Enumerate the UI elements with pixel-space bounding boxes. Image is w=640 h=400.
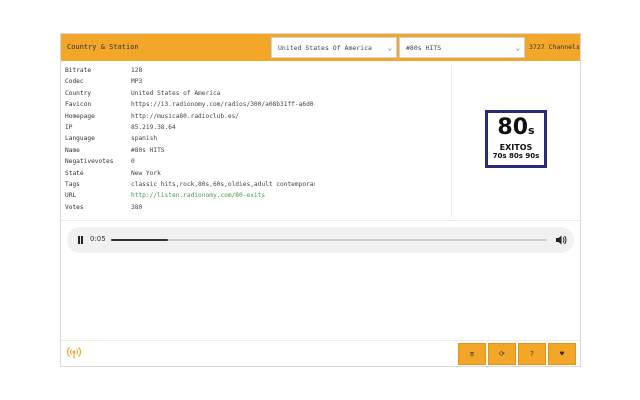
info-row: Negativevotes 0 (65, 156, 445, 167)
info-key: Name (65, 146, 80, 154)
progress-fill (111, 239, 168, 241)
info-row: State New York (65, 168, 445, 179)
refresh-icon: ⟳ (499, 350, 505, 358)
info-value: MP3 (131, 78, 143, 86)
info-key: Favicon (65, 101, 92, 109)
info-value: classic hits,rock,80s,60s,oldies,adult c… (131, 180, 315, 188)
info-row: Votes 380 (65, 202, 445, 213)
country-select[interactable]: United States Of America ⌄ (271, 37, 397, 58)
info-key: State (65, 169, 84, 177)
divider (451, 65, 452, 217)
info-key: Codec (65, 78, 84, 86)
info-value: http://musica80.radioclub.es/ (131, 112, 240, 120)
info-key: Language (65, 135, 95, 143)
list-icon: ≡ (469, 350, 475, 358)
info-row: Homepage http://musica80.radioclub.es/ (65, 111, 445, 122)
list-button[interactable]: ≡ (458, 343, 486, 365)
info-row: Bitrate 128 (65, 65, 445, 76)
info-value: 85.219.38.64 (131, 123, 176, 131)
info-key: Negativevotes (65, 158, 114, 166)
divider (61, 340, 580, 341)
station-logo: 80s EXITOS 70s 80s 90s (485, 110, 547, 168)
volume-icon[interactable] (555, 234, 567, 246)
info-value: #80s HITS (131, 146, 165, 154)
info-key: IP (65, 123, 73, 131)
info-row: Codec MP3 (65, 76, 445, 87)
info-row: Tags classic hits,rock,80s,60s,oldies,adu… (65, 179, 445, 190)
chevron-down-icon: ⌄ (515, 44, 520, 52)
heart-icon: ♥ (559, 350, 565, 358)
country-select-value: United States Of America (278, 44, 372, 52)
info-row: Favicon https://i3.radionomy.com/radios/3… (65, 99, 445, 110)
chevron-down-icon: ⌄ (387, 44, 392, 52)
refresh-button[interactable]: ⟳ (488, 343, 516, 365)
info-value: New York (131, 169, 161, 177)
help-icon: ? (529, 350, 535, 358)
broadcast-icon[interactable] (67, 346, 81, 360)
info-key: Homepage (65, 112, 95, 120)
info-row: Name #80s HITS (65, 145, 445, 156)
header-bar: Country & Station United States Of Ameri… (61, 34, 580, 61)
station-info-table: Bitrate 128 Codec MP3 Country United States o… (65, 65, 445, 213)
info-key: Tags (65, 180, 80, 188)
progress-slider[interactable] (111, 239, 547, 241)
help-button[interactable]: ? (518, 343, 546, 365)
station-select[interactable]: #80s HITS ⌄ (399, 37, 525, 58)
app-window: Country & Station United States Of Ameri… (60, 33, 581, 367)
favorite-button[interactable]: ♥ (548, 343, 576, 365)
info-value: https://i3.radionomy.com/radios/300/a08b… (131, 101, 315, 109)
info-key: Country (65, 89, 92, 97)
divider (61, 220, 580, 221)
info-value: 380 (131, 203, 143, 211)
info-key: Bitrate (65, 67, 92, 74)
info-value: 128 (131, 67, 143, 74)
info-key: URL (65, 192, 77, 200)
info-value: spanish (131, 135, 158, 143)
info-key: Votes (65, 203, 84, 211)
info-value[interactable]: http://listen.radionomy.com/80-exits (131, 190, 265, 201)
logo-low-text: 70s 80s 90s (492, 152, 540, 160)
player-time: 0:05 (90, 235, 106, 243)
logo-mid-text: EXITOS (499, 143, 533, 152)
logo-big-text: 80s (497, 115, 535, 140)
station-select-value: #80s HITS (406, 44, 442, 52)
info-row: IP 85.219.38.64 (65, 122, 445, 133)
info-row: Language spanish (65, 133, 445, 144)
header-title: Country & Station (67, 43, 139, 51)
info-value: United States of America (131, 89, 221, 97)
pause-icon[interactable] (77, 236, 84, 244)
info-row: Country United States of America (65, 88, 445, 99)
audio-player: 0:05 (67, 227, 574, 253)
info-row: URL http://listen.radionomy.com/80-exits (65, 190, 445, 201)
info-value: 0 (131, 158, 135, 166)
channel-count: 3727 Channels (529, 43, 580, 51)
